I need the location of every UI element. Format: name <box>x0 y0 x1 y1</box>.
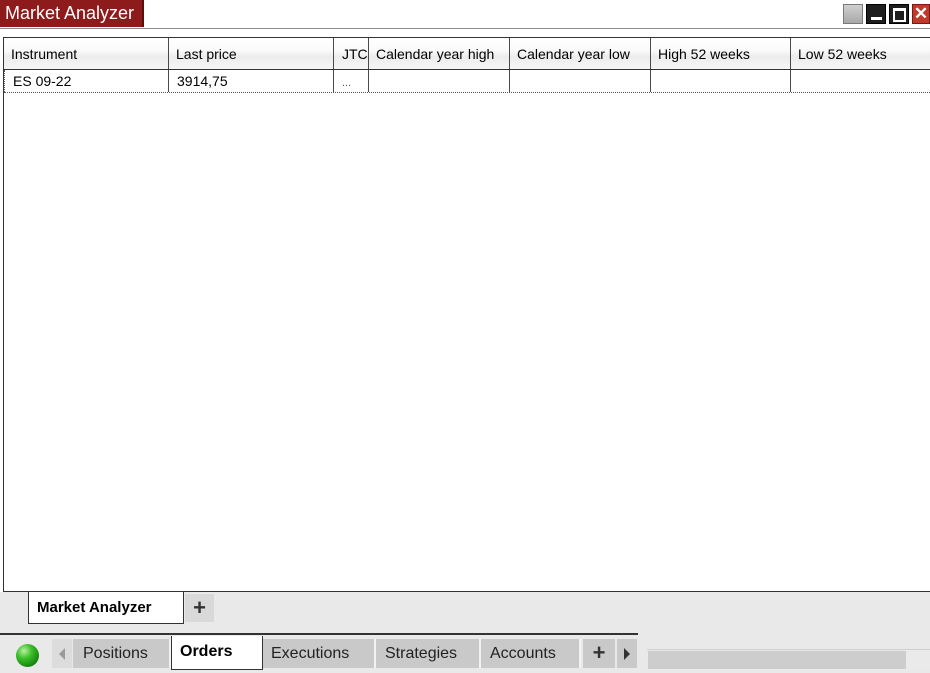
window-options-button[interactable] <box>843 4 863 24</box>
tab-market-analyzer[interactable]: Market Analyzer <box>28 592 184 624</box>
add-tab-button[interactable]: + <box>185 594 214 622</box>
table-row[interactable]: ES 09-22 3914,75 ... <box>4 70 930 93</box>
tab-executions[interactable]: Executions <box>263 639 376 668</box>
tab-positions[interactable]: Positions <box>73 639 171 668</box>
title-bar[interactable]: Market Analyzer ✕ <box>0 0 930 29</box>
cell-high-52-weeks[interactable] <box>651 70 791 92</box>
tab-accounts[interactable]: Accounts <box>481 639 581 668</box>
inner-tab-strip: Market Analyzer + <box>0 592 930 636</box>
column-header-jtc[interactable]: JTC <box>334 38 369 69</box>
connection-status-icon[interactable] <box>16 644 39 667</box>
tab-strategies[interactable]: Strategies <box>376 639 481 668</box>
column-header-instrument[interactable]: Instrument <box>4 38 169 69</box>
minimize-icon[interactable] <box>866 4 886 24</box>
tab-orders[interactable]: Orders <box>171 636 263 670</box>
column-header-calendar-year-high[interactable]: Calendar year high <box>369 38 510 69</box>
cell-jtc[interactable]: ... <box>334 70 369 92</box>
cell-calendar-year-low[interactable] <box>510 70 651 92</box>
window-title: Market Analyzer <box>0 0 143 27</box>
divider <box>0 633 638 635</box>
close-icon[interactable]: ✕ <box>912 4 930 24</box>
cell-low-52-weeks[interactable] <box>791 70 930 92</box>
market-analyzer-grid[interactable]: Instrument Last price JTC Calendar year … <box>3 37 930 592</box>
column-header-high-52-weeks[interactable]: High 52 weeks <box>651 38 791 69</box>
horizontal-scrollbar[interactable] <box>647 649 930 670</box>
column-header-low-52-weeks[interactable]: Low 52 weeks <box>791 38 930 69</box>
bottom-tab-bar: Positions Orders Executions Strategies A… <box>0 636 930 673</box>
scroll-left-icon[interactable] <box>52 639 72 668</box>
maximize-icon[interactable] <box>889 4 909 24</box>
scrollbar-thumb[interactable] <box>648 651 906 669</box>
column-header-last-price[interactable]: Last price <box>169 38 334 69</box>
scroll-right-icon[interactable] <box>617 639 637 668</box>
cell-instrument[interactable]: ES 09-22 <box>4 70 169 92</box>
cell-calendar-year-high[interactable] <box>369 70 510 92</box>
cell-last-price[interactable]: 3914,75 <box>169 70 334 92</box>
grid-header-row: Instrument Last price JTC Calendar year … <box>4 38 930 70</box>
add-workspace-tab-button[interactable]: + <box>583 639 615 668</box>
column-header-calendar-year-low[interactable]: Calendar year low <box>510 38 651 69</box>
